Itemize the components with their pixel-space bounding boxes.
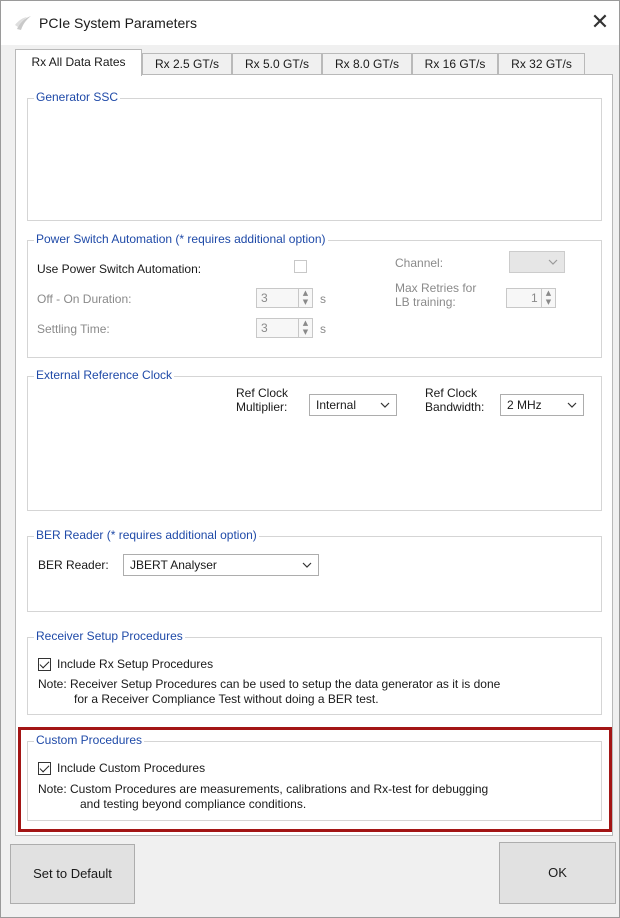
tab-rx-32-gts[interactable]: Rx 32 GT/s [498, 53, 585, 75]
custom-procedures-note-line2: and testing beyond compliance conditions… [80, 797, 307, 811]
tab-rx-16-gts[interactable]: Rx 16 GT/s [412, 53, 498, 75]
max-retries-label-line2: LB training: [395, 295, 456, 309]
power-switch-automation-group: Power Switch Automation (* requires addi… [27, 232, 602, 358]
set-to-default-button[interactable]: Set to Default [10, 844, 135, 904]
ref-clock-multiplier-label-line2: Multiplier: [236, 400, 288, 414]
include-custom-procedures-label: Include Custom Procedures [57, 761, 206, 775]
ber-reader-value: JBERT Analyser [130, 558, 217, 572]
ber-reader-label: BER Reader: [38, 558, 109, 572]
window-title: PCIe System Parameters [39, 15, 197, 31]
ber-reader-title: BER Reader (* requires additional option… [34, 528, 259, 542]
pcie-system-parameters-dialog: PCIe System Parameters ✕ Rx All Data Rat… [0, 0, 620, 918]
custom-procedures-title: Custom Procedures [34, 733, 145, 747]
power-switch-automation-title: Power Switch Automation (* requires addi… [34, 232, 328, 246]
tab-panel-rx-all-data-rates: Generator SSC Power Switch Automation (*… [15, 74, 613, 836]
receiver-setup-procedures-group: Receiver Setup Procedures Include Rx Set… [27, 629, 602, 715]
channel-label: Channel: [395, 256, 444, 270]
close-icon[interactable]: ✕ [586, 9, 614, 37]
tab-rx-8-0-gts[interactable]: Rx 8.0 GT/s [322, 53, 412, 75]
chevron-down-icon [567, 402, 577, 408]
ref-clock-bandwidth-value: 2 MHz [507, 398, 542, 412]
external-reference-clock-group: External Reference Clock Ref Clock Multi… [27, 368, 602, 511]
off-on-duration-unit: s [320, 292, 326, 306]
include-rx-setup-label: Include Rx Setup Procedures [57, 657, 214, 671]
receiver-setup-note-line1: Note: Receiver Setup Procedures can be u… [38, 677, 501, 691]
stepper-arrows-icon[interactable]: ▲ ▼ [298, 289, 312, 307]
ref-clock-bandwidth-label-line1: Ref Clock [425, 386, 478, 400]
settling-time-unit: s [320, 322, 326, 336]
stepper-arrows-icon[interactable]: ▲ ▼ [541, 289, 555, 307]
channel-select[interactable] [509, 251, 565, 273]
app-logo-icon [15, 16, 31, 30]
ok-button[interactable]: OK [499, 842, 616, 904]
receiver-setup-note-line2: for a Receiver Compliance Test without d… [74, 692, 379, 706]
chevron-down-icon [548, 259, 558, 265]
tab-rx-2-5-gts[interactable]: Rx 2.5 GT/s [142, 53, 232, 75]
ref-clock-bandwidth-select[interactable]: 2 MHz [500, 394, 584, 416]
use-power-switch-label: Use Power Switch Automation: [37, 262, 202, 276]
include-rx-setup-checkbox[interactable] [38, 658, 51, 671]
custom-procedures-note-line1: Note: Custom Procedures are measurements… [38, 782, 489, 796]
ber-reader-select[interactable]: JBERT Analyser [123, 554, 319, 576]
external-reference-clock-title: External Reference Clock [34, 368, 175, 382]
settling-time-label: Settling Time: [37, 322, 110, 336]
tab-rx-5-0-gts[interactable]: Rx 5.0 GT/s [232, 53, 322, 75]
include-custom-procedures-checkbox[interactable] [38, 762, 51, 775]
off-on-duration-value: 3 [261, 291, 268, 305]
ref-clock-multiplier-select[interactable]: Internal [309, 394, 397, 416]
generator-ssc-group: Generator SSC [27, 90, 602, 221]
chevron-down-icon [302, 562, 312, 568]
generator-ssc-title: Generator SSC [34, 90, 121, 104]
max-retries-stepper[interactable]: 1 ▲ ▼ [506, 288, 556, 308]
tab-rx-all-data-rates[interactable]: Rx All Data Rates [15, 49, 142, 76]
receiver-setup-procedures-title: Receiver Setup Procedures [34, 629, 185, 643]
custom-procedures-group: Custom Procedures Include Custom Procedu… [27, 733, 602, 821]
settling-time-value: 3 [261, 321, 268, 335]
ref-clock-bandwidth-label-line2: Bandwidth: [425, 400, 485, 414]
use-power-switch-checkbox[interactable] [294, 260, 307, 273]
stepper-arrows-icon[interactable]: ▲ ▼ [298, 319, 312, 337]
title-bar: PCIe System Parameters ✕ [1, 1, 619, 45]
max-retries-value: 1 [531, 291, 538, 305]
ber-reader-group: BER Reader (* requires additional option… [27, 528, 602, 612]
settling-time-stepper[interactable]: 3 ▲ ▼ [256, 318, 313, 338]
max-retries-label-line1: Max Retries for [395, 281, 477, 295]
ref-clock-multiplier-value: Internal [316, 398, 357, 412]
chevron-down-icon [380, 402, 390, 408]
off-on-duration-label: Off - On Duration: [37, 292, 132, 306]
off-on-duration-stepper[interactable]: 3 ▲ ▼ [256, 288, 313, 308]
ref-clock-multiplier-label-line1: Ref Clock [236, 386, 289, 400]
